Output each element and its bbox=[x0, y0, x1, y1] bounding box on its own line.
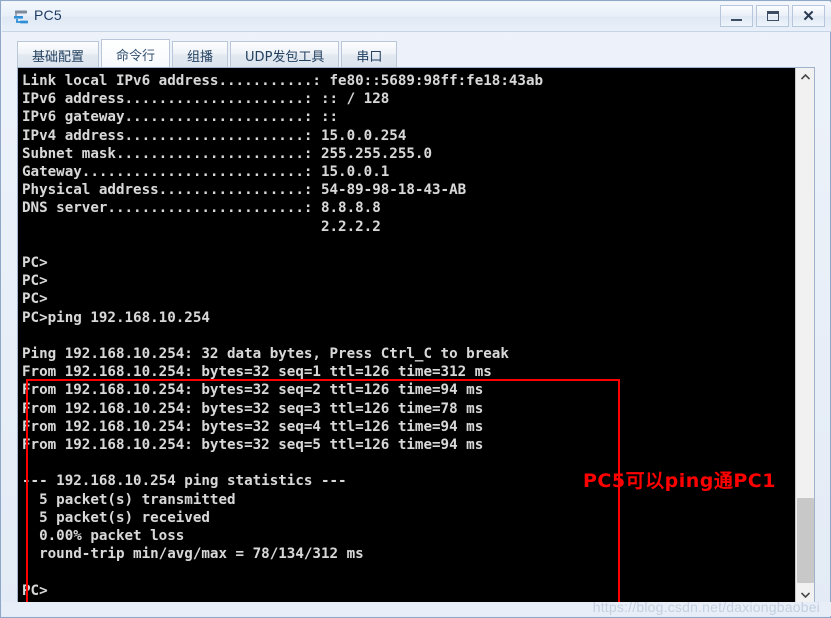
scroll-up-button[interactable] bbox=[796, 68, 814, 85]
tab-udp-tool[interactable]: UDP发包工具 bbox=[230, 41, 340, 68]
console-frame: Link local IPv6 address...........: fe80… bbox=[17, 67, 815, 604]
watermark-text: https://blog.csdn.net/daxiongbaobei bbox=[592, 599, 820, 615]
window-controls: ✕ bbox=[717, 5, 825, 27]
device-icon bbox=[12, 8, 30, 26]
chevron-up-icon bbox=[800, 73, 810, 80]
tab-label: 串口 bbox=[356, 49, 383, 65]
tab-serial-port[interactable]: 串口 bbox=[341, 41, 398, 68]
minimize-button[interactable] bbox=[720, 5, 753, 27]
title-bar[interactable]: PC5 ✕ bbox=[2, 2, 831, 32]
tab-label: 基础配置 bbox=[32, 49, 85, 65]
scrollbar-thumb[interactable] bbox=[797, 498, 814, 583]
maximize-icon bbox=[766, 11, 779, 21]
tab-strip: 基础配置 命令行 组播 UDP发包工具 串口 bbox=[17, 39, 815, 68]
terminal-output[interactable]: Link local IPv6 address...........: fe80… bbox=[18, 68, 795, 603]
tab-multicast[interactable]: 组播 bbox=[172, 41, 229, 68]
tab-label: UDP发包工具 bbox=[245, 49, 325, 65]
close-button[interactable]: ✕ bbox=[792, 5, 825, 27]
close-icon: ✕ bbox=[802, 8, 815, 25]
annotation-note: PC5可以ping通PC1 bbox=[583, 470, 776, 492]
chevron-down-icon bbox=[800, 591, 810, 598]
maximize-button[interactable] bbox=[756, 5, 789, 27]
pc5-window: PC5 ✕ 基础配置 命令行 组播 UDP发包工具 串口 Link local … bbox=[0, 0, 831, 618]
minimize-icon bbox=[731, 18, 742, 21]
terminal-text: Link local IPv6 address...........: fe80… bbox=[22, 73, 544, 599]
tab-label: 命令行 bbox=[116, 48, 156, 64]
tab-label: 组播 bbox=[187, 49, 214, 65]
tab-basic-config[interactable]: 基础配置 bbox=[17, 41, 100, 68]
console-scrollbar[interactable] bbox=[795, 68, 814, 603]
window-title: PC5 bbox=[34, 7, 62, 23]
tab-command-line[interactable]: 命令行 bbox=[101, 39, 171, 68]
